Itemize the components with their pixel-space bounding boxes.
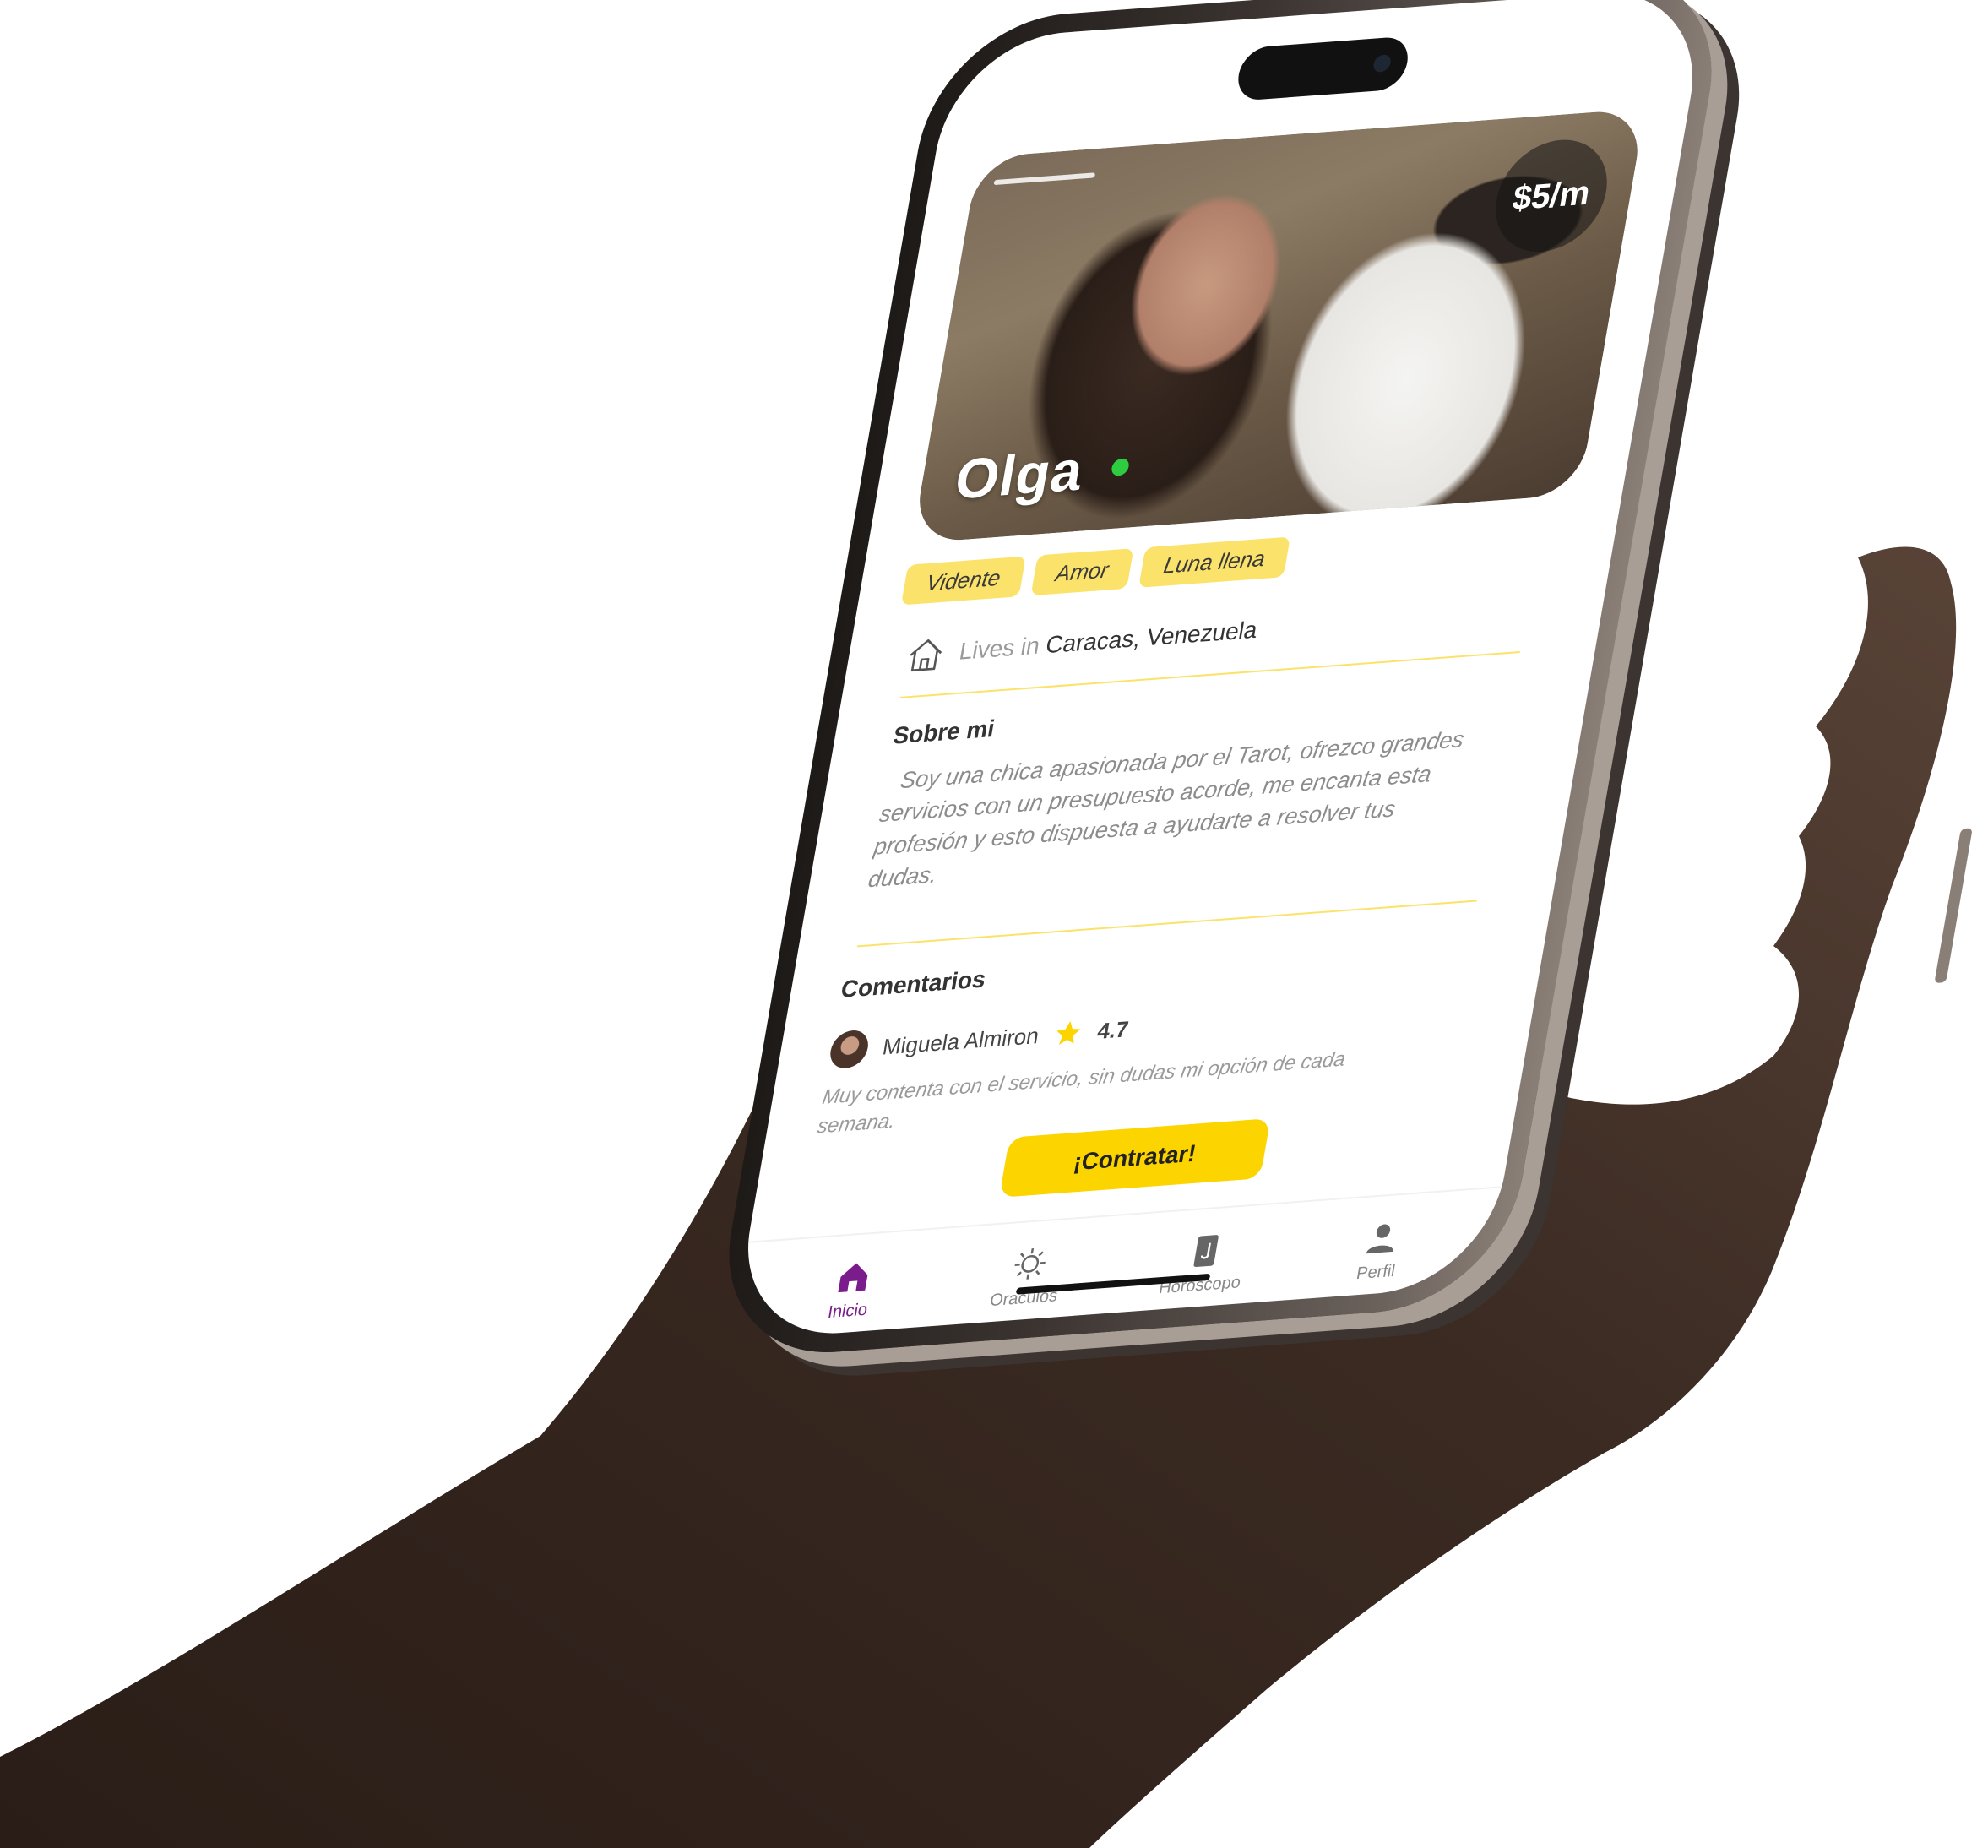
- location-row: Lives in Caracas, Venezuela: [904, 611, 1260, 674]
- star-icon: [1056, 1020, 1081, 1045]
- about-text: Soy una chica apasionada por el Tarot, o…: [866, 726, 1466, 893]
- reviewer-name: Miguela Almiron: [880, 1022, 1041, 1060]
- lives-prefix: Lives in: [957, 632, 1042, 665]
- house-icon: [910, 639, 942, 672]
- location-value: Caracas, Venezuela: [1043, 616, 1260, 659]
- tag-list: Vidente Amor Luna llena: [900, 536, 1290, 606]
- camera-icon: [1372, 54, 1393, 73]
- sun-icon: [1014, 1248, 1046, 1280]
- tag-chip[interactable]: Luna llena: [1138, 536, 1290, 588]
- tab-inicio[interactable]: Inicio: [775, 1230, 924, 1340]
- tab-label: Inicio: [826, 1300, 869, 1323]
- tab-label: Perfil: [1355, 1261, 1397, 1284]
- online-status-indicator: [1110, 458, 1131, 476]
- section-divider: [856, 900, 1478, 948]
- profile-name: Olga: [950, 438, 1089, 511]
- about-title: Sobre mi: [891, 715, 997, 749]
- dynamic-island: [1234, 35, 1412, 102]
- tag-chip[interactable]: Amor: [1030, 548, 1134, 596]
- rating-value: 4.7: [1095, 1015, 1131, 1044]
- profile-photo[interactable]: $5/m Olga: [911, 108, 1646, 544]
- story-progress-bar: [993, 172, 1096, 186]
- tag-chip[interactable]: Vidente: [900, 556, 1026, 606]
- comment-header: Miguela Almiron 4.7: [827, 1010, 1132, 1070]
- location-text: Lives in Caracas, Venezuela: [957, 616, 1260, 665]
- price-badge: $5/m: [1486, 136, 1616, 256]
- comments-title: Comentarios: [839, 965, 988, 1003]
- tab-horoscopo[interactable]: Horoscopo: [1127, 1204, 1276, 1341]
- hire-button[interactable]: ¡Contratar!: [999, 1118, 1271, 1198]
- user-icon: [1366, 1224, 1393, 1254]
- home-icon: [837, 1263, 867, 1293]
- avatar[interactable]: [827, 1029, 872, 1070]
- tab-oraculos[interactable]: Oraculos: [952, 1217, 1100, 1340]
- card-icon: [1193, 1235, 1219, 1268]
